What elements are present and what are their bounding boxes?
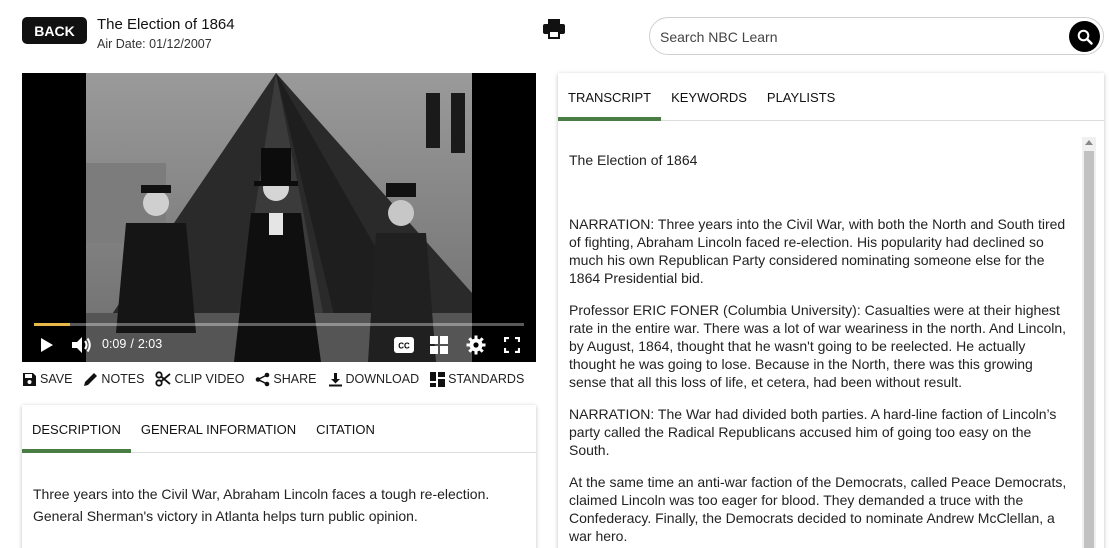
- transcript-paragraph: Professor ERIC FONER (Columbia Universit…: [569, 302, 1067, 390]
- transcript-tabs: TRANSCRIPT KEYWORDS PLAYLISTS: [558, 73, 1104, 121]
- notes-label: NOTES: [101, 372, 145, 386]
- time-separator: /: [130, 337, 134, 351]
- tab-playlists[interactable]: PLAYLISTS: [757, 73, 845, 120]
- standards-icon: [430, 371, 446, 387]
- clip-video-label: CLIP VIDEO: [174, 372, 245, 386]
- volume-button[interactable]: [71, 335, 93, 355]
- air-date-label: Air Date:: [97, 37, 146, 51]
- captions-button[interactable]: CC: [394, 335, 414, 355]
- video-actions: SAVE NOTES CLIP VIDEO SHARE DOWNLOAD STA…: [22, 371, 535, 387]
- transcript-scrollbar[interactable]: [1082, 137, 1096, 548]
- gear-icon: [466, 335, 486, 355]
- air-date-value: 01/12/2007: [149, 37, 212, 51]
- transcript-title: The Election of 1864: [569, 152, 698, 168]
- search-input[interactable]: [660, 26, 1060, 48]
- progress-fill: [34, 323, 70, 326]
- progress-track[interactable]: [34, 323, 524, 326]
- air-date: Air Date: 01/12/2007: [97, 37, 235, 51]
- share-label: SHARE: [273, 372, 317, 386]
- grid-icon: [430, 335, 448, 354]
- tab-transcript[interactable]: TRANSCRIPT: [558, 73, 662, 121]
- tab-citation[interactable]: CITATION: [306, 405, 385, 452]
- description-tabs: DESCRIPTION GENERAL INFORMATION CITATION: [22, 405, 536, 453]
- tab-general-information[interactable]: GENERAL INFORMATION: [131, 405, 306, 452]
- closed-captions-icon: CC: [394, 337, 414, 353]
- play-button[interactable]: [40, 335, 54, 355]
- save-icon: [23, 372, 36, 386]
- time-display: 0:09/2:03: [102, 337, 166, 351]
- clip-video-button[interactable]: CLIP VIDEO: [155, 371, 244, 387]
- transcript-paragraph: NARRATION: The War had divided both part…: [569, 406, 1057, 458]
- standards-button[interactable]: STANDARDS: [430, 371, 525, 387]
- duration: 2:03: [137, 337, 163, 351]
- pencil-icon: [84, 372, 98, 386]
- save-label: SAVE: [40, 372, 73, 386]
- scissors-icon: [155, 371, 172, 387]
- transcript-paragraph: NARRATION: Three years into the Civil Wa…: [569, 216, 1066, 286]
- download-button[interactable]: DOWNLOAD: [328, 372, 420, 387]
- volume-icon: [72, 337, 91, 353]
- transcript-body: The Election of 1864 NARRATION: Three ye…: [569, 151, 1074, 548]
- page-title: The Election of 1864: [97, 16, 235, 33]
- notes-button[interactable]: NOTES: [83, 372, 144, 387]
- search-box: [649, 17, 1104, 55]
- description-panel: DESCRIPTION GENERAL INFORMATION CITATION…: [22, 405, 536, 548]
- print-icon[interactable]: [543, 19, 567, 41]
- settings-button[interactable]: [466, 335, 486, 355]
- svg-text:CC: CC: [398, 342, 410, 351]
- description-text: Three years into the Civil War, Abraham …: [33, 486, 490, 524]
- download-icon: [328, 372, 342, 386]
- fullscreen-icon: [504, 337, 520, 353]
- scroll-up-arrow[interactable]: [1085, 140, 1093, 145]
- transcript-panel: TRANSCRIPT KEYWORDS PLAYLISTS The Electi…: [558, 73, 1104, 548]
- share-button[interactable]: SHARE: [255, 372, 317, 387]
- tab-keywords[interactable]: KEYWORDS: [661, 73, 757, 120]
- fullscreen-button[interactable]: [504, 335, 520, 355]
- grid-view-button[interactable]: [430, 335, 449, 355]
- current-time: 0:09: [102, 337, 127, 351]
- title-block: The Election of 1864 Air Date: 01/12/200…: [97, 16, 235, 51]
- share-icon: [256, 372, 270, 386]
- video-frame-image: [86, 73, 472, 362]
- play-icon: [41, 338, 53, 352]
- back-button[interactable]: BACK: [22, 17, 87, 44]
- search-icon: [1077, 29, 1093, 45]
- scrollbar-thumb[interactable]: [1084, 151, 1094, 548]
- search-button[interactable]: [1069, 21, 1100, 52]
- save-button[interactable]: SAVE: [22, 372, 72, 387]
- transcript-paragraph: At the same time an anti-war faction of …: [569, 474, 1067, 544]
- video-player[interactable]: 0:09/2:03 CC: [22, 73, 536, 362]
- standards-label: STANDARDS: [448, 372, 525, 386]
- tab-description[interactable]: DESCRIPTION: [22, 405, 131, 453]
- download-label: DOWNLOAD: [345, 372, 420, 386]
